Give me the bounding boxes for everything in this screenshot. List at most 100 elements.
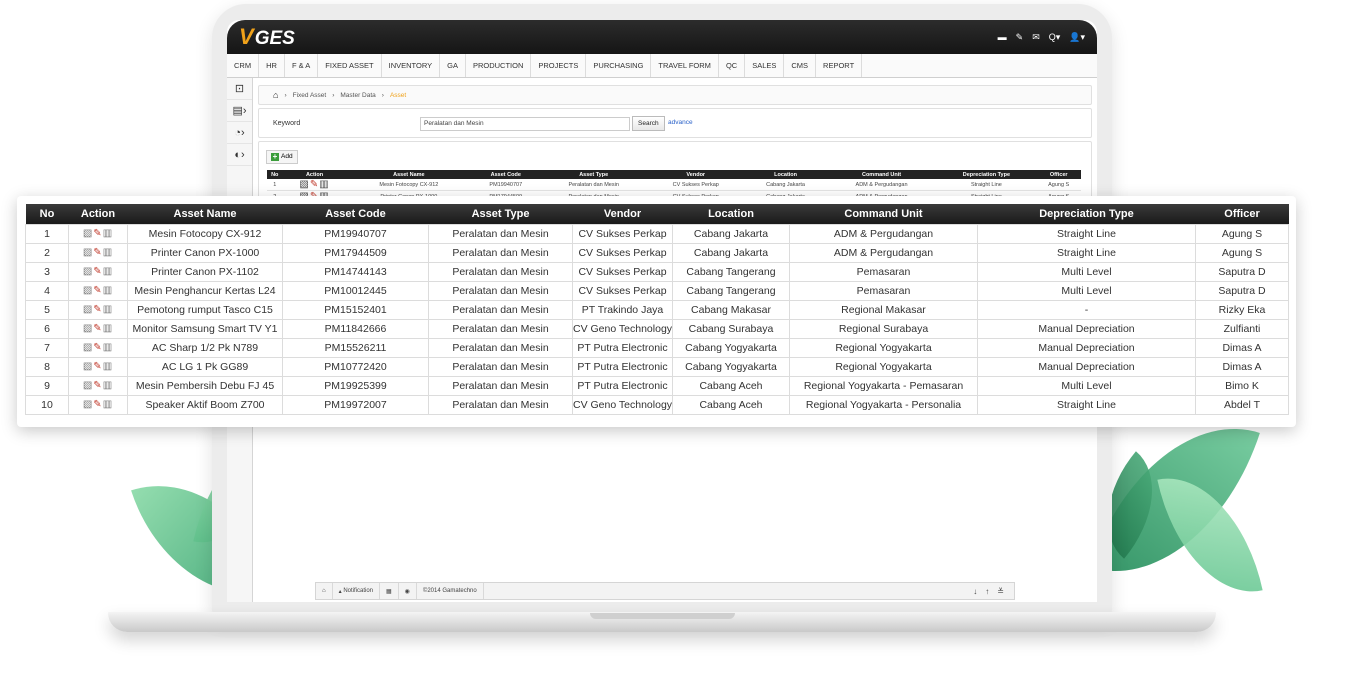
breadcrumb-item[interactable]: Master Data (340, 92, 375, 99)
home-icon[interactable]: ⌂ (316, 583, 333, 599)
view-icon[interactable]: ▧ (83, 399, 93, 410)
view-icon[interactable]: ▧ (299, 179, 309, 190)
user-icon[interactable]: 👤▾ (1069, 32, 1085, 43)
menu-item-cms[interactable]: CMS (784, 54, 817, 77)
table-row[interactable]: 7 ▧✎▥ AC Sharp 1/2 Pk N789 PM15526211 Perala… (25, 337, 1289, 358)
delete-icon[interactable]: ▥ (103, 342, 113, 353)
header-col-vendor[interactable]: Vendor (572, 204, 673, 224)
calendar-icon[interactable]: ▦ (380, 583, 399, 599)
view-icon[interactable]: ▧ (83, 266, 93, 277)
table-row[interactable]: 9 ▧✎▥ Mesin Pembersih Debu FJ 45 PM19925399… (25, 375, 1289, 396)
edit-icon[interactable]: ✎ (93, 285, 102, 296)
menu-item-production[interactable]: PRODUCTION (466, 54, 532, 77)
menu-item-crm[interactable]: CRM (227, 54, 260, 77)
menu-item-fixed-asset[interactable]: FIXED ASSET (318, 54, 382, 77)
add-button[interactable]: + Add (266, 150, 298, 164)
header-col-action[interactable]: Action (68, 204, 128, 224)
header-col-no[interactable]: No (267, 170, 283, 179)
table-row[interactable]: 6 ▧✎▥ Monitor Samsung Smart TV Y1 PM1184266… (25, 318, 1289, 339)
table-row[interactable]: 1 ▧✎▥ Mesin Fotocopy CX-912 PM19940707 Peral… (25, 223, 1289, 244)
header-col-command-unit[interactable]: Command Unit (789, 204, 978, 224)
search-icon[interactable]: Q▾ (1049, 32, 1061, 43)
menu-item-inventory[interactable]: INVENTORY (382, 54, 441, 77)
table-row[interactable]: 3 ▧✎▥ Printer Canon PX-1102 PM14744143 Peral… (25, 261, 1289, 282)
menu-item-purchasing[interactable]: PURCHASING (586, 54, 652, 77)
arrow-down-icon[interactable]: ↓ (973, 587, 977, 596)
header-col-officer[interactable]: Officer (1195, 204, 1289, 224)
sidebar-toggle-icon[interactable]: ⊡ (227, 78, 252, 100)
advance-search-link[interactable]: advance (668, 119, 693, 126)
table-row[interactable]: 5 ▧✎▥ Pemotong rumput Tasco C15 PM15152401 P… (25, 299, 1289, 320)
header-col-asset-type[interactable]: Asset Type (428, 204, 573, 224)
mail-icon[interactable]: ✉ (1032, 32, 1040, 43)
table-row[interactable]: 4 ▧✎▥ Mesin Penghancur Kertas L24 PM1001244… (25, 280, 1289, 301)
header-col-no[interactable]: No (25, 204, 69, 224)
delete-icon[interactable]: ▥ (103, 266, 113, 277)
edit-icon[interactable]: ✎ (310, 179, 319, 190)
search-button[interactable]: Search (632, 116, 665, 131)
header-col-asset-name[interactable]: Asset Name (346, 170, 472, 179)
header-col-asset-code[interactable]: Asset Code (282, 204, 429, 224)
view-icon[interactable]: ▧ (83, 342, 93, 353)
header-col-depreciation-type[interactable]: Depreciation Type (977, 204, 1196, 224)
edit-icon[interactable]: ✎ (93, 304, 102, 315)
menu-item-fa[interactable]: F & A (285, 54, 319, 77)
header-col-action[interactable]: Action (282, 170, 347, 179)
table-row[interactable]: 1 ▧✎▥ Mesin Fotocopy CX-912 PM19940707 Peral… (267, 179, 1081, 191)
header-col-command-unit[interactable]: Command Unit (826, 170, 937, 179)
header-col-officer[interactable]: Officer (1036, 170, 1081, 179)
app-logo[interactable]: V GES (239, 24, 295, 50)
header-col-location[interactable]: Location (672, 204, 790, 224)
menu-item-sales[interactable]: SALES (745, 54, 785, 77)
delete-icon[interactable]: ▥ (103, 380, 113, 391)
collapse-icon[interactable]: ≚ (997, 587, 1004, 596)
header-col-location[interactable]: Location (744, 170, 827, 179)
menu-item-projects[interactable]: PROJECTS (531, 54, 587, 77)
menu-item-qc[interactable]: QC (719, 54, 746, 77)
notification-button[interactable]: ▴ Notification (333, 583, 380, 599)
view-icon[interactable]: ▧ (83, 304, 93, 315)
edit-icon[interactable]: ✎ (93, 342, 102, 353)
edit-icon[interactable]: ✎ (93, 247, 102, 258)
globe-icon[interactable]: ◉ (399, 583, 417, 599)
delete-icon[interactable]: ▥ (103, 247, 113, 258)
breadcrumb-item[interactable]: Fixed Asset (293, 92, 327, 99)
header-col-depreciation-type[interactable]: Depreciation Type (936, 170, 1037, 179)
header-col-asset-type[interactable]: Asset Type (540, 170, 647, 179)
delete-icon[interactable]: ▥ (319, 179, 329, 190)
header-col-vendor[interactable]: Vendor (646, 170, 745, 179)
menu-item-ga[interactable]: GA (440, 54, 466, 77)
edit-icon[interactable]: ✎ (93, 380, 102, 391)
keyword-input[interactable]: Peralatan dan Mesin (420, 117, 630, 131)
view-icon[interactable]: ▧ (83, 361, 93, 372)
edit-icon[interactable]: ✎ (93, 399, 102, 410)
folder-icon[interactable]: ▬ (998, 32, 1007, 43)
delete-icon[interactable]: ▥ (103, 323, 113, 334)
view-icon[interactable]: ▧ (83, 228, 93, 239)
header-col-asset-code[interactable]: Asset Code (471, 170, 541, 179)
menu-item-report[interactable]: REPORT (816, 54, 863, 77)
sidebar-print-icon[interactable]: ▤› (227, 100, 252, 122)
delete-icon[interactable]: ▥ (103, 304, 113, 315)
edit-icon[interactable]: ✎ (93, 266, 102, 277)
wrench-icon[interactable]: ✎ (1016, 32, 1024, 43)
menu-item-hr[interactable]: HR (259, 54, 285, 77)
edit-icon[interactable]: ✎ (93, 228, 102, 239)
view-icon[interactable]: ▧ (83, 285, 93, 296)
sidebar-chart-icon[interactable]: ◔› (227, 122, 252, 144)
delete-icon[interactable]: ▥ (103, 399, 113, 410)
view-icon[interactable]: ▧ (83, 380, 93, 391)
home-icon[interactable]: ⌂ (273, 90, 278, 100)
view-icon[interactable]: ▧ (83, 323, 93, 334)
table-row[interactable]: 10 ▧✎▥ Speaker Aktif Boom Z700 PM19972007 Pe… (25, 394, 1289, 415)
delete-icon[interactable]: ▥ (103, 228, 113, 239)
sidebar-globe-icon[interactable]: ◐› (227, 144, 252, 166)
header-col-asset-name[interactable]: Asset Name (127, 204, 283, 224)
arrow-up-icon[interactable]: ↑ (985, 587, 989, 596)
table-row[interactable]: 2▧✎▥Printer Canon PX-1000PM17944509Peral… (25, 242, 1289, 263)
edit-icon[interactable]: ✎ (93, 361, 102, 372)
table-row[interactable]: 8 ▧✎▥ AC LG 1 Pk GG89 PM10772420 Peralatan d… (25, 356, 1289, 377)
edit-icon[interactable]: ✎ (93, 323, 102, 334)
delete-icon[interactable]: ▥ (103, 361, 113, 372)
view-icon[interactable]: ▧ (83, 247, 93, 258)
